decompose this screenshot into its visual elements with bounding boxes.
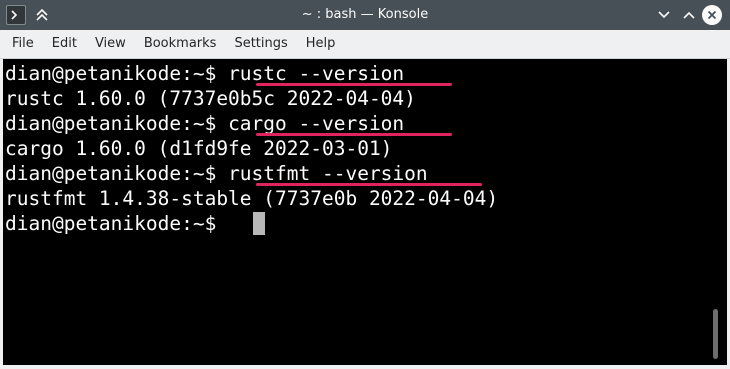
menu-bar: File Edit View Bookmarks Settings Help <box>0 30 730 59</box>
text-cursor <box>253 212 265 235</box>
window-title: ~ : bash — Konsole <box>301 7 429 22</box>
konsole-window: ~ : bash — Konsole File Edit View Bookma… <box>0 0 730 369</box>
shell-command: rustfmt --version <box>228 162 428 185</box>
maximize-icon <box>683 11 695 19</box>
terminal-line: cargo 1.60.0 (d1fd9fe 2022-03-01) <box>5 136 392 161</box>
shell-command: cargo --version <box>228 112 405 135</box>
shell-prompt: dian@petanikode:~$ <box>5 112 229 135</box>
shell-prompt: dian@petanikode:~$ <box>5 212 229 235</box>
menu-bookmarks[interactable]: Bookmarks <box>135 30 226 58</box>
menu-help[interactable]: Help <box>297 30 345 58</box>
command-output: rustc 1.60.0 (7737e0b5c 2022-04-04) <box>5 87 416 110</box>
scrollbar-handle[interactable] <box>713 309 718 359</box>
terminal-line: rustc 1.60.0 (7737e0b5c 2022-04-04) <box>5 86 416 111</box>
shell-prompt: dian@petanikode:~$ <box>5 162 229 185</box>
maximize-button[interactable] <box>679 5 699 25</box>
command-output: cargo 1.60.0 (d1fd9fe 2022-03-01) <box>5 137 393 160</box>
terminal-line: rustfmt 1.4.38-stable (7737e0b 2022-04-0… <box>5 186 498 211</box>
minimize-icon <box>658 11 670 19</box>
terminal-line: dian@petanikode:~$ <box>5 211 228 236</box>
menu-edit[interactable]: Edit <box>43 30 86 58</box>
title-bar[interactable]: ~ : bash — Konsole <box>0 0 730 30</box>
menu-settings[interactable]: Settings <box>225 30 296 58</box>
menu-view[interactable]: View <box>86 30 135 58</box>
minimize-button[interactable] <box>654 5 674 25</box>
terminal-area[interactable]: dian@petanikode:~$ rustc --version rustc… <box>3 59 727 365</box>
shell-command: rustc --version <box>228 62 405 85</box>
shell-prompt: dian@petanikode:~$ <box>5 62 229 85</box>
close-button[interactable] <box>702 5 722 25</box>
command-output: rustfmt 1.4.38-stable (7737e0b 2022-04-0… <box>5 187 499 210</box>
close-icon <box>707 10 717 20</box>
menu-file[interactable]: File <box>0 30 43 58</box>
